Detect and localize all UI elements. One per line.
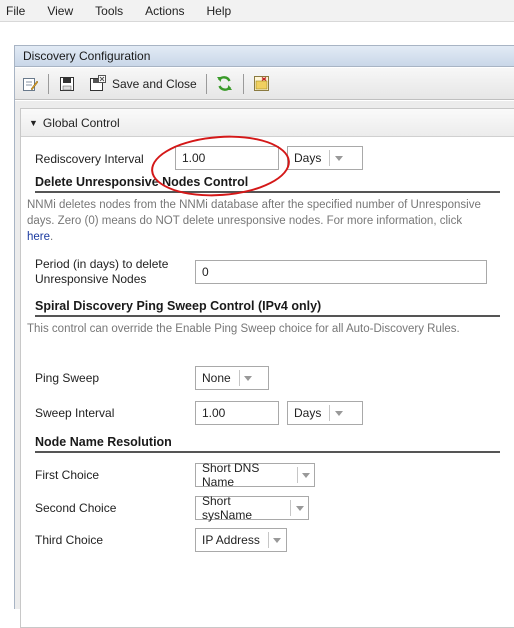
menu-bar: File View Tools Actions Help bbox=[0, 0, 514, 22]
ping-sweep-section-title: Spiral Discovery Ping Sweep Control (IPv… bbox=[35, 299, 500, 317]
ping-sweep-label: Ping Sweep bbox=[35, 371, 100, 385]
menu-help[interactable]: Help bbox=[207, 4, 232, 18]
rediscovery-unit-select[interactable]: Days bbox=[287, 146, 363, 170]
delete-unresponsive-description: NNMi deletes nodes from the NNMi databas… bbox=[27, 197, 487, 245]
discovery-configuration-window: Discovery Configuration Save and Close ▼… bbox=[14, 45, 514, 628]
menu-file[interactable]: File bbox=[6, 4, 25, 18]
third-choice-label: Third Choice bbox=[35, 533, 104, 547]
first-choice-select[interactable]: Short DNS Name bbox=[195, 461, 315, 489]
save-icon[interactable] bbox=[58, 75, 76, 93]
ping-sweep-select[interactable]: None bbox=[195, 366, 269, 390]
refresh-icon[interactable] bbox=[216, 75, 234, 93]
window-title: Discovery Configuration bbox=[15, 45, 514, 67]
period-delete-input[interactable]: 0 bbox=[195, 260, 487, 284]
period-delete-label: Period (in days) to delete Unresponsive … bbox=[35, 257, 169, 286]
first-choice-label: First Choice bbox=[35, 468, 100, 482]
second-choice-label: Second Choice bbox=[35, 501, 117, 515]
menu-view[interactable]: View bbox=[47, 4, 73, 18]
toolbar-separator bbox=[205, 73, 207, 94]
toolbar-separator bbox=[242, 73, 244, 94]
rediscovery-unit-value: Days bbox=[294, 151, 322, 165]
toolbar: Save and Close bbox=[15, 68, 514, 100]
chevron-down-icon bbox=[267, 532, 286, 548]
menu-actions[interactable]: Actions bbox=[145, 4, 184, 18]
delete-unresponsive-desc-text: NNMi deletes nodes from the NNMi databas… bbox=[27, 199, 481, 227]
save-and-close-button[interactable]: Save and Close bbox=[88, 75, 197, 93]
second-choice-value: Short sysName bbox=[202, 494, 253, 522]
ping-sweep-description: This control can override the Enable Pin… bbox=[27, 323, 460, 335]
third-choice-value: IP Address bbox=[202, 533, 260, 547]
desc-suffix: . bbox=[50, 231, 54, 243]
close-form-icon[interactable] bbox=[253, 75, 271, 93]
sweep-interval-unit-select[interactable]: Days bbox=[287, 401, 363, 425]
toolbar-separator bbox=[48, 73, 49, 94]
sweep-interval-input[interactable]: 1.00 bbox=[195, 401, 279, 425]
form-content: ▼ Global Control Rediscovery Interval 1.… bbox=[15, 101, 514, 628]
chevron-down-icon bbox=[297, 467, 314, 483]
rediscovery-interval-input[interactable]: 1.00 bbox=[175, 146, 279, 170]
collapse-caret-icon: ▼ bbox=[29, 117, 38, 128]
second-choice-select[interactable]: Short sysName bbox=[195, 494, 309, 522]
delete-unresponsive-section-title: Delete Unresponsive Nodes Control bbox=[35, 175, 500, 193]
global-control-panel: ▼ Global Control Rediscovery Interval 1.… bbox=[20, 108, 514, 628]
sweep-interval-unit-value: Days bbox=[294, 406, 322, 420]
chevron-down-icon bbox=[290, 500, 308, 516]
edit-icon[interactable] bbox=[21, 75, 39, 93]
menu-tools[interactable]: Tools bbox=[95, 4, 123, 18]
save-and-close-label: Save and Close bbox=[112, 76, 197, 91]
global-control-title: Global Control bbox=[42, 115, 120, 130]
rediscovery-interval-label: Rediscovery Interval bbox=[35, 152, 144, 166]
chevron-down-icon bbox=[238, 370, 257, 386]
ping-sweep-value: None bbox=[202, 371, 231, 385]
name-resolution-section-title: Node Name Resolution bbox=[35, 435, 500, 453]
first-choice-value: Short DNS Name bbox=[202, 461, 260, 489]
global-control-header[interactable]: ▼ Global Control bbox=[21, 109, 514, 137]
third-choice-select[interactable]: IP Address bbox=[195, 528, 287, 552]
save-close-icon bbox=[88, 75, 106, 93]
chevron-down-icon bbox=[329, 405, 347, 421]
sweep-interval-label: Sweep Interval bbox=[35, 406, 115, 420]
help-link[interactable]: here bbox=[27, 231, 50, 243]
chevron-down-icon bbox=[329, 150, 347, 166]
